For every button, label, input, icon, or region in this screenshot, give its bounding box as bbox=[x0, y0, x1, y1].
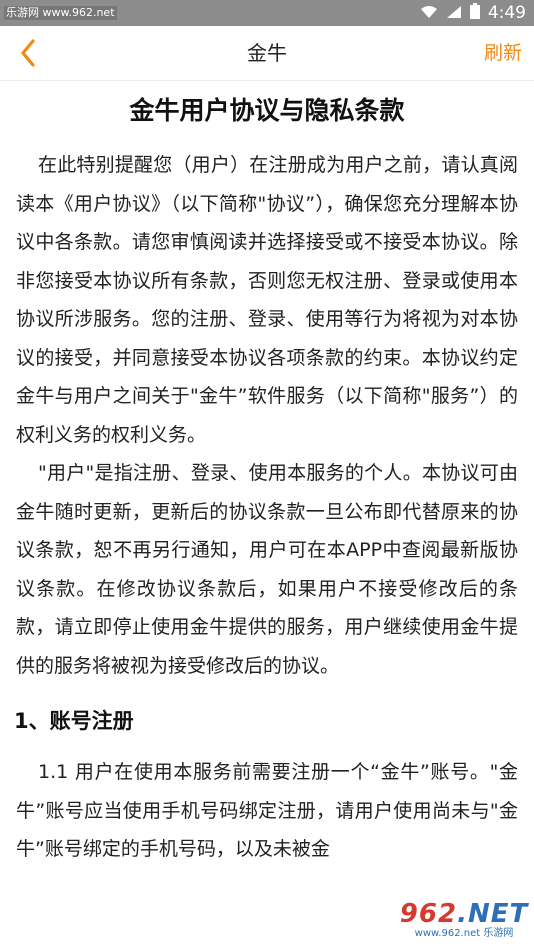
watermark-logo: 962.NET www.962.net 乐游网 bbox=[400, 897, 528, 943]
battery-icon bbox=[469, 3, 480, 23]
watermark-text: 乐游网 www.962.net bbox=[4, 6, 117, 20]
page-title: 金牛 bbox=[247, 41, 287, 65]
signal-icon bbox=[446, 4, 462, 23]
section-heading-account-registration: 1、账号注册 bbox=[14, 709, 134, 733]
document-content[interactable]: 金牛用户协议与隐私条款 在此特别提醒您（用户）在注册成为用户之前，请认真阅读本《… bbox=[0, 80, 534, 949]
status-icons: 4:49 bbox=[420, 0, 526, 26]
watermark-brand: 962.NET bbox=[399, 899, 529, 929]
intro-paragraph: 在此特别提醒您（用户）在注册成为用户之前，请认真阅读本《用户协议》（以下简称"协… bbox=[16, 154, 518, 446]
document-title: 金牛用户协议与隐私条款 bbox=[129, 96, 405, 125]
status-bar: 乐游网 www.962.net 4:49 bbox=[0, 0, 534, 26]
chevron-left-icon bbox=[21, 39, 35, 67]
watermark-site: www.962.net 乐游网 bbox=[414, 928, 514, 939]
app-bar: 金牛 刷新 bbox=[0, 26, 534, 81]
back-button[interactable] bbox=[10, 35, 46, 71]
user-definition-paragraph: "用户"是指注册、登录、使用本服务的个人。本协议可由金牛随时更新，更新后的协议条… bbox=[16, 462, 518, 677]
wifi-icon bbox=[420, 4, 438, 23]
refresh-button[interactable]: 刷新 bbox=[484, 26, 522, 80]
status-time: 4:49 bbox=[487, 3, 526, 23]
section-1-paragraph: 1.1 用户在使用本服务前需要注册一个“金牛”账号。"金牛”账号应当使用手机号码… bbox=[16, 761, 518, 860]
